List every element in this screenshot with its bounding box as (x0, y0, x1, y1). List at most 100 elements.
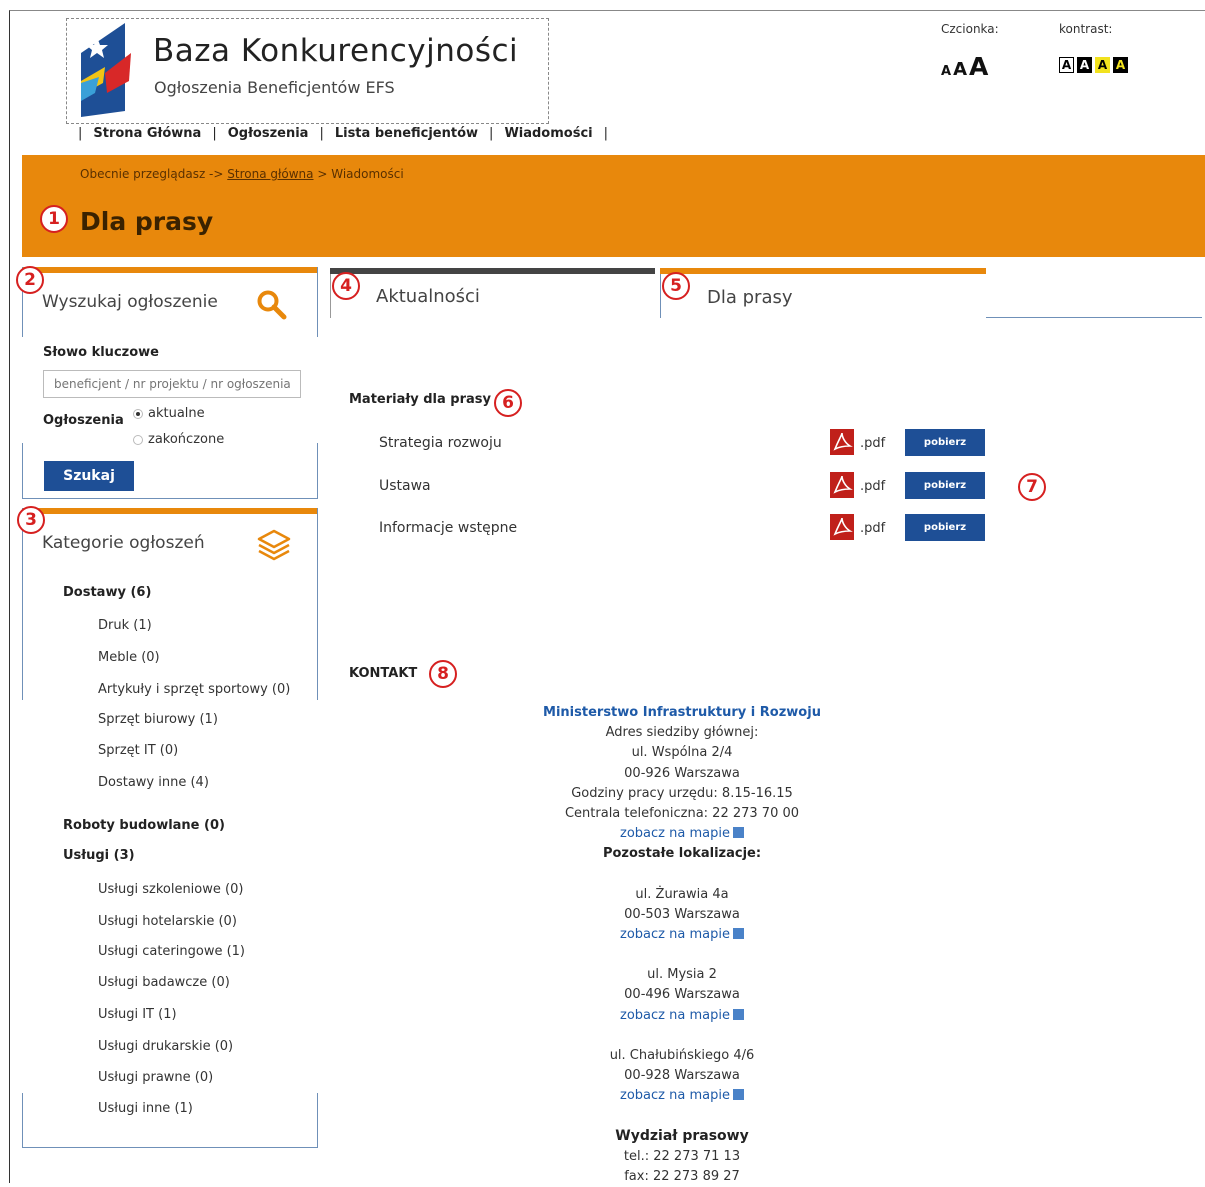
tab-press-bar (660, 268, 986, 274)
category-group[interactable]: Dostawy (6) (63, 585, 151, 600)
radio-finished[interactable] (133, 434, 143, 445)
contact-title: KONTAKT (349, 666, 418, 681)
map-link[interactable]: zobacz na mapie (500, 1086, 864, 1106)
download-button[interactable]: pobierz (905, 472, 985, 499)
site-logo[interactable]: Baza Konkurencyjności Ogłoszenia Benefic… (66, 18, 549, 124)
breadcrumb: Obecnie przeglądasz -> Strona główna > W… (80, 167, 404, 181)
tab-divider (330, 274, 331, 318)
category-item[interactable]: Meble (0) (98, 650, 160, 665)
search-button[interactable]: Szukaj (44, 461, 134, 491)
contrast-black-white[interactable]: A (1077, 57, 1092, 73)
top-navigation: | Strona Główna | Ogłoszenia | Lista ben… (78, 126, 619, 141)
category-item[interactable]: Sprzęt IT (0) (98, 743, 178, 758)
logo-title: Baza Konkurencyjności (153, 33, 519, 69)
file-extension: .pdf (860, 479, 886, 494)
marker-4: 4 (332, 272, 360, 300)
search-icon (257, 290, 287, 320)
contrast-default[interactable]: A (1059, 57, 1074, 73)
font-size-small[interactable]: A (941, 64, 951, 79)
map-link-label: zobacz na mapie (620, 927, 730, 943)
category-group[interactable]: Roboty budowlane (0) (63, 818, 225, 833)
status-option-current[interactable]: aktualne (133, 406, 205, 421)
press-material-name: Informacje wstępne (379, 520, 518, 536)
tab-news[interactable]: Aktualności (376, 286, 480, 307)
location-city: 00-928 Warszawa (624, 1068, 740, 1084)
location-city: 00-503 Warszawa (624, 906, 740, 922)
category-item[interactable]: Usługi szkoleniowe (0) (98, 882, 243, 897)
nav-separator: | (489, 126, 494, 141)
category-item[interactable]: Usługi drukarskie (0) (98, 1039, 233, 1054)
nav-item-home[interactable]: Strona Główna (93, 126, 201, 141)
keyword-search-input[interactable] (43, 370, 301, 398)
contact-hq-street: ul. Wspólna 2/4 (631, 745, 733, 761)
external-link-icon (732, 1008, 744, 1020)
page-title: Dla prasy (80, 207, 214, 236)
pdf-icon (830, 514, 854, 540)
nav-item-announcements[interactable]: Ogłoszenia (228, 126, 309, 141)
category-item[interactable]: Usługi IT (1) (98, 1007, 177, 1022)
category-item[interactable]: Druk (1) (98, 618, 152, 633)
press-material-name: Ustawa (379, 478, 431, 494)
tab-news-bar (330, 268, 655, 274)
font-size-medium[interactable]: A (953, 59, 967, 80)
breadcrumb-current: Wiadomości (331, 167, 404, 181)
contrast-yellow-black[interactable]: A (1095, 57, 1110, 73)
nav-item-beneficiaries[interactable]: Lista beneficjentów (335, 126, 478, 141)
page-banner: Obecnie przeglądasz -> Strona główna > W… (22, 155, 1205, 257)
location-street: ul. Chałubińskiego 4/6 (609, 1047, 755, 1063)
map-link[interactable]: zobacz na mapie (500, 824, 864, 844)
contact-organization: Ministerstwo Infrastruktury i Rozwoju (543, 705, 821, 720)
status-option-current-label: aktualne (148, 406, 205, 421)
nav-separator: | (603, 126, 609, 141)
press-office-phone: tel.: 22 273 71 13 (623, 1148, 741, 1164)
font-size-large[interactable]: A (969, 52, 988, 81)
font-size-switcher: A A A (941, 52, 990, 81)
marker-6: 6 (494, 389, 522, 417)
marker-1: 1 (40, 205, 68, 233)
category-item[interactable]: Artykuły i sprzęt sportowy (0) (98, 682, 290, 697)
contact-block: Ministerstwo Infrastruktury i Rozwoju Ad… (500, 703, 864, 1187)
contrast-black-yellow[interactable]: A (1113, 57, 1128, 73)
contact-phone: Centrala telefoniczna: 22 273 70 00 (564, 806, 800, 822)
download-button[interactable]: pobierz (905, 514, 985, 541)
location-street: ul. Żurawia 4a (635, 886, 729, 902)
map-link-label: zobacz na mapie (620, 1088, 730, 1104)
map-link[interactable]: zobacz na mapie (500, 925, 864, 945)
press-material-name: Strategia rozwoju (379, 435, 502, 451)
nav-item-news[interactable]: Wiadomości (504, 126, 592, 141)
tab-press[interactable]: Dla prasy (707, 287, 793, 308)
status-label: Ogłoszenia (43, 413, 124, 428)
marker-3: 3 (17, 506, 45, 534)
contrast-label: kontrast: (1059, 22, 1113, 36)
category-group[interactable]: Usługi (3) (63, 848, 135, 863)
category-item[interactable]: Usługi inne (1) (98, 1101, 193, 1116)
other-locations-label: Pozostałe lokalizacje: (602, 846, 762, 862)
breadcrumb-prefix: Obecnie przeglądasz -> (80, 167, 224, 181)
file-extension: .pdf (860, 521, 886, 536)
category-item[interactable]: Usługi badawcze (0) (98, 975, 230, 990)
keyword-label: Słowo kluczowe (43, 345, 159, 360)
marker-2: 2 (16, 266, 44, 294)
logo-subtitle: Ogłoszenia Beneficjentów EFS (154, 78, 395, 97)
status-option-finished[interactable]: zakończone (133, 432, 224, 447)
category-item[interactable]: Usługi hotelarskie (0) (98, 914, 237, 929)
nav-separator: | (212, 126, 217, 141)
contact-hours: Godziny pracy urzędu: 8.15-16.15 (571, 785, 793, 801)
press-office-fax: fax: 22 273 89 27 (624, 1168, 740, 1184)
map-link[interactable]: zobacz na mapie (500, 1006, 864, 1026)
contrast-switcher: A A A A (1059, 57, 1131, 73)
radio-current[interactable] (133, 408, 143, 419)
external-link-icon (732, 1089, 744, 1101)
nav-separator: | (319, 126, 324, 141)
breadcrumb-home-link[interactable]: Strona główna (227, 167, 313, 181)
category-item[interactable]: Usługi cateringowe (1) (98, 944, 245, 959)
category-item[interactable]: Sprzęt biurowy (1) (98, 712, 218, 727)
download-button[interactable]: pobierz (905, 429, 985, 456)
contact-hq-label: Adres siedziby głównej: (605, 725, 759, 741)
category-item[interactable]: Dostawy inne (4) (98, 775, 209, 790)
layers-icon (257, 529, 291, 561)
category-item[interactable]: Usługi prawne (0) (98, 1070, 213, 1085)
location-city: 00-496 Warszawa (624, 987, 740, 1003)
